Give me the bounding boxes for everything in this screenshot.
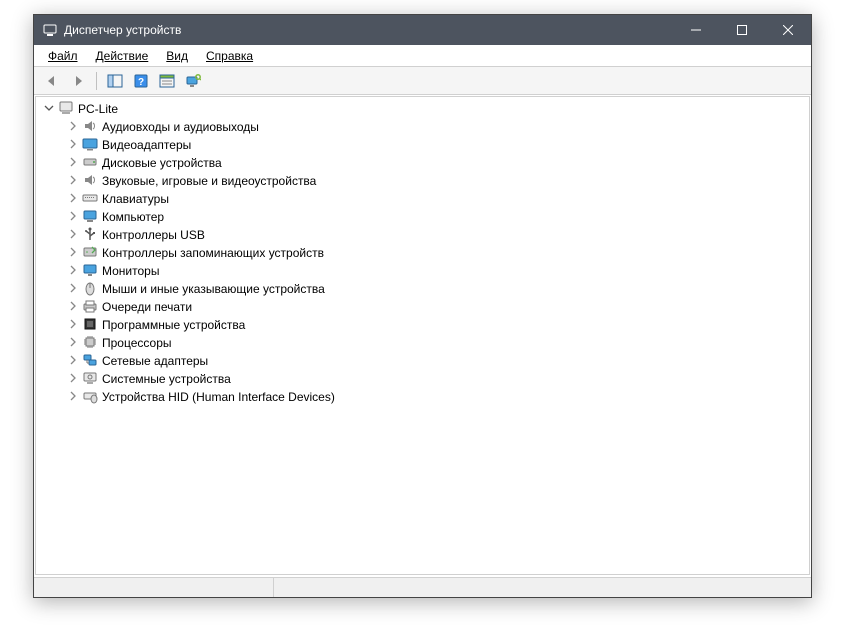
expand-icon[interactable]: [66, 155, 80, 169]
tree-item-label: Мониторы: [102, 263, 159, 278]
storage-icon: [82, 244, 98, 260]
tree-item[interactable]: Звуковые, игровые и видеоустройства: [38, 171, 807, 189]
tree-item-label: Звуковые, игровые и видеоустройства: [102, 173, 316, 188]
display-icon: [82, 136, 98, 152]
software-icon: [82, 316, 98, 332]
tree-item-label: Процессоры: [102, 335, 172, 350]
titlebar[interactable]: Диспетчер устройств: [34, 15, 811, 45]
expand-icon[interactable]: [66, 263, 80, 277]
window-title: Диспетчер устройств: [64, 23, 673, 37]
menu-view[interactable]: Вид: [158, 47, 196, 65]
tree-item[interactable]: Клавиатуры: [38, 189, 807, 207]
tree-item[interactable]: Контроллеры запоминающих устройств: [38, 243, 807, 261]
audio-icon: [82, 118, 98, 134]
minimize-button[interactable]: [673, 15, 719, 45]
expand-icon[interactable]: [66, 137, 80, 151]
app-icon: [42, 22, 58, 38]
expand-icon[interactable]: [66, 335, 80, 349]
scan-hardware-button[interactable]: [181, 70, 205, 92]
tree-item-label: Дисковые устройства: [102, 155, 222, 170]
status-cell-2: [274, 578, 811, 597]
computer-icon: [58, 100, 74, 116]
tree-item[interactable]: Мыши и иные указывающие устройства: [38, 279, 807, 297]
expand-icon[interactable]: [66, 353, 80, 367]
tree-item[interactable]: Очереди печати: [38, 297, 807, 315]
expand-icon[interactable]: [66, 245, 80, 259]
tree-item-label: Компьютер: [102, 209, 164, 224]
expand-icon[interactable]: [66, 173, 80, 187]
tree-item-label: Мыши и иные указывающие устройства: [102, 281, 325, 296]
computer-icon: [82, 208, 98, 224]
menubar: Файл Действие Вид Справка: [34, 45, 811, 67]
expand-icon[interactable]: [66, 209, 80, 223]
menu-help[interactable]: Справка: [198, 47, 261, 65]
collapse-icon[interactable]: [42, 101, 56, 115]
tree-item-label: Системные устройства: [102, 371, 231, 386]
toolbar-separator: [96, 72, 97, 90]
tree-item-label: Аудиовходы и аудиовыходы: [102, 119, 259, 134]
tree-item[interactable]: Видеоадаптеры: [38, 135, 807, 153]
tree-item[interactable]: Контроллеры USB: [38, 225, 807, 243]
menu-file[interactable]: Файл: [40, 47, 86, 65]
expand-icon[interactable]: [66, 227, 80, 241]
toolbar: ?: [34, 67, 811, 95]
usb-icon: [82, 226, 98, 242]
system-icon: [82, 370, 98, 386]
tree-item[interactable]: Устройства HID (Human Interface Devices): [38, 387, 807, 405]
expand-icon[interactable]: [66, 281, 80, 295]
tree-item-label: Очереди печати: [102, 299, 192, 314]
tree-item-label: Контроллеры USB: [102, 227, 205, 242]
tree-item-label: Устройства HID (Human Interface Devices): [102, 389, 335, 404]
forward-button[interactable]: [66, 70, 90, 92]
properties-button[interactable]: [155, 70, 179, 92]
status-cell-1: [34, 578, 274, 597]
monitor-icon: [82, 262, 98, 278]
expand-icon[interactable]: [66, 299, 80, 313]
printer-icon: [82, 298, 98, 314]
tree-item[interactable]: Процессоры: [38, 333, 807, 351]
expand-icon[interactable]: [66, 191, 80, 205]
back-button[interactable]: [40, 70, 64, 92]
hid-icon: [82, 388, 98, 404]
menu-action[interactable]: Действие: [88, 47, 157, 65]
window-controls: [673, 15, 811, 45]
mouse-icon: [82, 280, 98, 296]
tree-item[interactable]: Аудиовходы и аудиовыходы: [38, 117, 807, 135]
svg-text:?: ?: [138, 77, 144, 88]
disk-icon: [82, 154, 98, 170]
tree-item-label: Программные устройства: [102, 317, 245, 332]
tree-item-label: Контроллеры запоминающих устройств: [102, 245, 324, 260]
help-button[interactable]: ?: [129, 70, 153, 92]
network-icon: [82, 352, 98, 368]
app-window: Диспетчер устройств Файл Действие Вид Сп…: [33, 14, 812, 598]
expand-icon[interactable]: [66, 119, 80, 133]
tree-item[interactable]: Мониторы: [38, 261, 807, 279]
tree-root[interactable]: PC-Lite: [38, 99, 807, 117]
tree-item[interactable]: Программные устройства: [38, 315, 807, 333]
tree-item-label: Сетевые адаптеры: [102, 353, 208, 368]
expand-icon[interactable]: [66, 389, 80, 403]
tree-root-label: PC-Lite: [78, 101, 118, 116]
statusbar: [34, 577, 811, 597]
tree-item[interactable]: Системные устройства: [38, 369, 807, 387]
keyboard-icon: [82, 190, 98, 206]
tree-item-label: Видеоадаптеры: [102, 137, 191, 152]
sound-icon: [82, 172, 98, 188]
device-tree[interactable]: PC-Lite Аудиовходы и аудиовыходы Видеоада…: [35, 96, 810, 575]
maximize-button[interactable]: [719, 15, 765, 45]
expand-icon[interactable]: [66, 317, 80, 331]
show-hide-tree-button[interactable]: [103, 70, 127, 92]
cpu-icon: [82, 334, 98, 350]
tree-item-label: Клавиатуры: [102, 191, 169, 206]
tree-item[interactable]: Компьютер: [38, 207, 807, 225]
tree-item[interactable]: Сетевые адаптеры: [38, 351, 807, 369]
tree-item[interactable]: Дисковые устройства: [38, 153, 807, 171]
expand-icon[interactable]: [66, 371, 80, 385]
close-button[interactable]: [765, 15, 811, 45]
